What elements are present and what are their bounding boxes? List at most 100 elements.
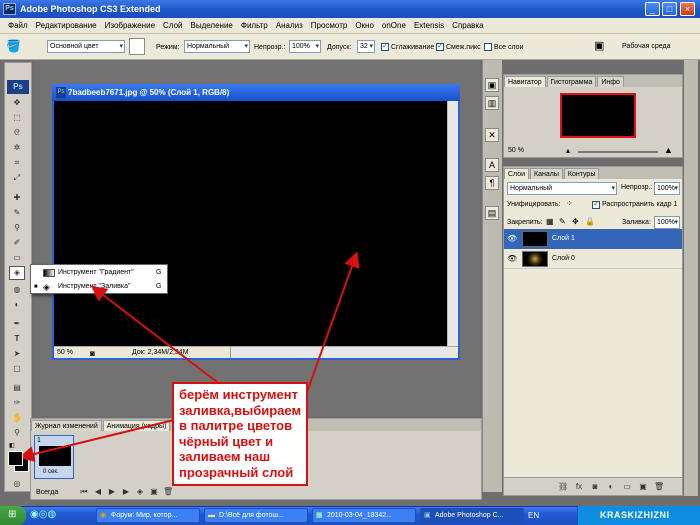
document-title-bar[interactable]: 7badbeeb7671.jpg @ 50% (Слой 1, RGB/8) xyxy=(52,84,460,101)
eyedropper-tool-icon[interactable]: ⤢ xyxy=(11,172,23,183)
tab-navigator[interactable]: Навигатор xyxy=(504,76,546,87)
fill-source-select[interactable]: Основной цвет xyxy=(47,40,125,53)
visibility-eye-icon[interactable]: 👁 xyxy=(507,254,517,264)
panels-scrollbar[interactable] xyxy=(684,60,698,496)
lock-transparency-icon[interactable]: ▦ xyxy=(546,217,554,226)
quicklaunch-icons[interactable]: ◉◎◍ xyxy=(30,509,56,520)
workspace-icon[interactable]: ▣ xyxy=(594,39,612,53)
character-dock-icon[interactable]: A xyxy=(485,158,499,172)
taskbar-item-folder[interactable]: ▬ D:\Всё для фотош... xyxy=(204,508,308,523)
propagate-checkbox[interactable]: ✓ xyxy=(592,201,600,209)
type-tool-icon[interactable]: T xyxy=(11,333,23,344)
layer-row-layer0[interactable]: 👁 Слой 0 xyxy=(504,249,682,269)
tab-channels[interactable]: Каналы xyxy=(530,168,563,179)
next-frame-icon[interactable]: ▶ xyxy=(121,487,131,497)
zoom-tool-icon[interactable]: ⚲ xyxy=(11,427,23,438)
all-layers-checkbox[interactable] xyxy=(484,43,492,51)
quick-mask-icon[interactable]: ◎ xyxy=(11,478,23,489)
visibility-eye-icon[interactable]: 👁 xyxy=(507,234,517,244)
notes-tool-icon[interactable]: ▤ xyxy=(11,382,23,393)
zoom-in-icon[interactable]: ▲ xyxy=(664,145,673,155)
prev-frame-icon[interactable]: ◀ xyxy=(93,487,103,497)
navigator-dock-icon[interactable]: ▣ xyxy=(485,78,499,92)
path-selection-tool-icon[interactable]: ➤ xyxy=(11,348,23,359)
document-vertical-scrollbar[interactable] xyxy=(447,101,458,346)
delete-frame-icon[interactable]: 🗑 xyxy=(163,487,173,497)
tab-histogram[interactable]: Гистограмма xyxy=(546,76,597,87)
shape-tool-icon[interactable]: ▢ xyxy=(11,363,23,374)
history-brush-tool-icon[interactable]: ✐ xyxy=(11,237,23,248)
language-indicator[interactable]: EN xyxy=(528,511,539,520)
menu-select[interactable]: Выделение xyxy=(186,21,236,30)
marquee-tool-icon[interactable]: ⬚ xyxy=(11,112,23,123)
loop-select[interactable]: Всегда xyxy=(36,489,58,496)
duplicate-frame-icon[interactable]: ▣ xyxy=(149,487,159,497)
zoom-out-icon[interactable]: ▴ xyxy=(566,146,570,155)
magic-wand-tool-icon[interactable]: ✲ xyxy=(11,142,23,153)
unify-position-icon[interactable]: ⁘ xyxy=(566,199,573,208)
zoom-readout[interactable]: 50 % xyxy=(57,347,73,358)
start-button[interactable]: ⊞ xyxy=(0,506,26,525)
close-button[interactable]: × xyxy=(680,2,695,16)
first-frame-icon[interactable]: ⏮ xyxy=(79,487,89,497)
document-horizontal-scrollbar[interactable] xyxy=(230,347,450,358)
default-colors-icon[interactable]: ◧ xyxy=(9,442,15,449)
adjustment-layer-icon[interactable]: ◐ xyxy=(606,482,616,492)
taskbar-item-forum[interactable]: ◉ Форум: Мир, котор... xyxy=(96,508,200,523)
histogram-dock-icon[interactable]: ▥ xyxy=(485,96,499,110)
tolerance-input[interactable]: 32 xyxy=(357,40,375,53)
menu-help[interactable]: Справка xyxy=(448,21,487,30)
workspace-label[interactable]: Рабочая среда xyxy=(622,43,670,50)
hand-tool-icon[interactable]: ✋ xyxy=(11,412,23,423)
lock-all-icon[interactable]: 🔒 xyxy=(585,217,595,226)
new-layer-icon[interactable]: ▣ xyxy=(638,482,648,492)
brush-tool-icon[interactable]: ✎ xyxy=(11,207,23,218)
move-tool-icon[interactable]: ✥ xyxy=(11,97,23,108)
menu-extensis[interactable]: Extensis xyxy=(410,21,448,30)
pattern-swatch[interactable] xyxy=(129,38,145,55)
crop-tool-icon[interactable]: ⌗ xyxy=(11,157,23,168)
frame-delay[interactable]: 0 сек. xyxy=(43,469,59,475)
measure-tool-icon[interactable]: ✑ xyxy=(11,397,23,408)
paint-bucket-tool-icon[interactable]: 🪣 xyxy=(6,39,28,54)
status-menu-icon[interactable]: ◙ xyxy=(90,348,95,359)
minimize-button[interactable]: _ xyxy=(645,2,660,16)
fill-input[interactable]: 100% xyxy=(654,216,680,229)
lock-position-icon[interactable]: ✥ xyxy=(572,217,579,226)
menu-image[interactable]: Изображение xyxy=(101,21,159,30)
tab-layers[interactable]: Слои xyxy=(504,168,530,179)
blur-tool-icon[interactable]: ◍ xyxy=(11,284,23,295)
layer-row-layer1[interactable]: 👁 Слой 1 xyxy=(504,229,682,249)
paint-bucket-tool-icon[interactable]: ◈ xyxy=(9,266,25,280)
menu-view[interactable]: Просмотр xyxy=(307,21,352,30)
lasso-tool-icon[interactable]: ᘓ xyxy=(11,127,23,138)
menu-onone[interactable]: onOne xyxy=(378,21,410,30)
new-group-icon[interactable]: ▭ xyxy=(622,482,632,492)
lock-pixels-icon[interactable]: ✎ xyxy=(559,217,566,226)
link-layers-icon[interactable]: ⛓ xyxy=(558,482,568,492)
pen-tool-icon[interactable]: ✒ xyxy=(11,318,23,329)
menu-edit[interactable]: Редактирование xyxy=(32,21,101,30)
layer-opacity-input[interactable]: 100% xyxy=(654,182,680,195)
tools-dock-icon[interactable]: ✕ xyxy=(485,128,499,142)
animation-frame[interactable]: 1 0 сек. xyxy=(34,435,74,479)
delete-layer-icon[interactable]: 🗑 xyxy=(654,482,664,492)
opacity-input[interactable]: 100% xyxy=(289,40,321,53)
menu-analysis[interactable]: Анализ xyxy=(272,21,307,30)
clone-stamp-tool-icon[interactable]: ⚲ xyxy=(11,222,23,233)
tab-animation[interactable]: Анимация (кадры) xyxy=(102,420,171,431)
play-icon[interactable]: ▶ xyxy=(107,487,117,497)
tab-info[interactable]: Инфо xyxy=(597,76,624,87)
foreground-color-swatch[interactable] xyxy=(8,451,23,466)
contiguous-checkbox[interactable]: ✓ xyxy=(436,43,444,51)
tab-history[interactable]: Журнал изменений xyxy=(31,420,102,431)
menu-filter[interactable]: Фильтр xyxy=(237,21,272,30)
navigator-zoom[interactable]: 50 % xyxy=(508,147,524,154)
taskbar-item-photoshop[interactable]: ▣ Adobe Photoshop C... xyxy=(420,508,524,523)
document-canvas[interactable] xyxy=(54,101,447,346)
blend-mode-select[interactable]: Нормальный xyxy=(507,182,617,195)
paint-bucket-tool-menu-item[interactable]: ■ ◈ Инструмент "Заливка" G xyxy=(31,280,167,294)
tab-paths[interactable]: Контуры xyxy=(563,168,600,179)
healing-brush-tool-icon[interactable]: ✚ xyxy=(11,192,23,203)
gradient-tool-menu-item[interactable]: Инструмент "Градиент" G xyxy=(31,266,167,280)
